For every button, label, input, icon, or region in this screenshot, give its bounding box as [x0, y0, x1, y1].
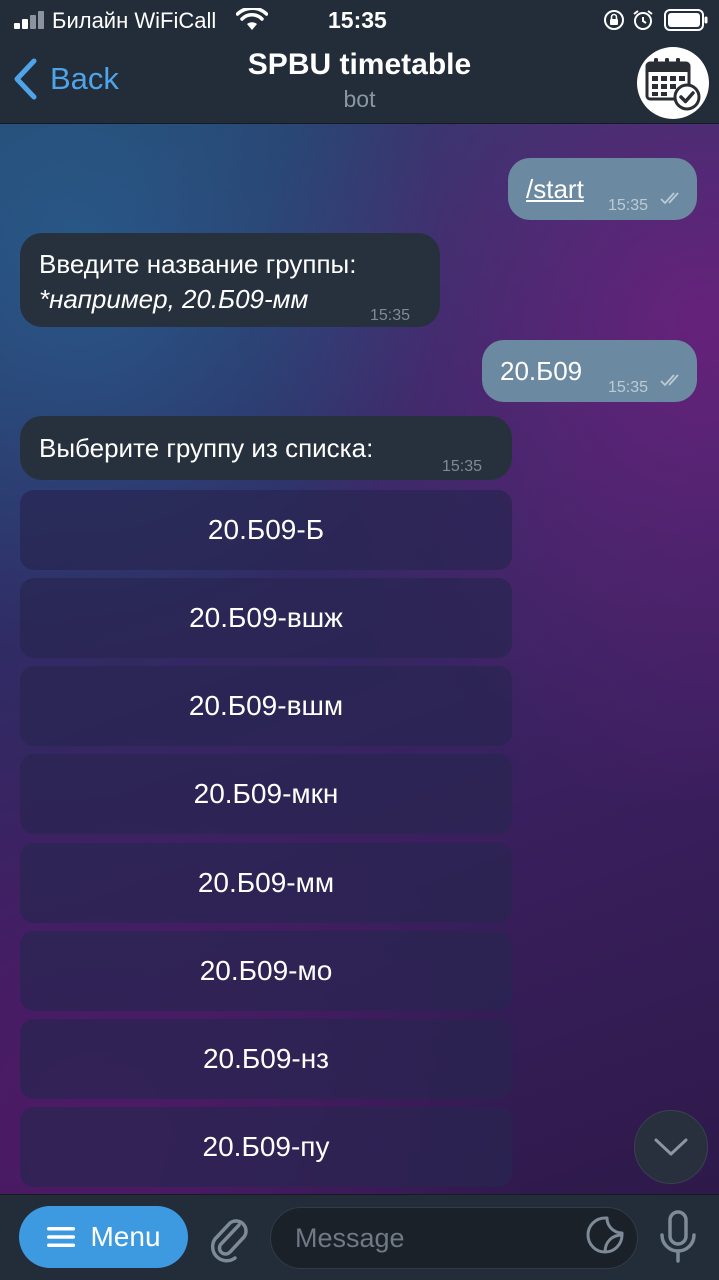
menu-label: Menu: [90, 1221, 161, 1252]
group-button[interactable]: 20.Б09-мм: [20, 843, 512, 923]
menu-button[interactable]: Menu: [19, 1206, 188, 1268]
hamburger-icon: [47, 1227, 76, 1247]
paperclip-icon[interactable]: [206, 1211, 250, 1263]
chevron-down-icon: [654, 1138, 688, 1156]
command-link[interactable]: /start: [526, 171, 584, 207]
chat-subtitle: bot: [343, 86, 376, 112]
status-bar: Билайн WiFiCall 15:35: [0, 0, 719, 40]
group-button[interactable]: 20.Б09-вшм: [20, 666, 512, 746]
message-time: 15:35: [442, 458, 483, 475]
double-check-icon: [660, 192, 679, 205]
message-text: *например, 20.Б09-мм: [39, 284, 309, 314]
rotation-lock-icon: [604, 10, 624, 30]
status-time: 15:35: [328, 7, 387, 33]
group-button[interactable]: 20.Б09-мкн: [20, 754, 512, 834]
message-text: Выберите группу из списка:: [39, 433, 374, 463]
microphone-icon[interactable]: [658, 1209, 698, 1265]
double-check-icon: [660, 374, 679, 387]
message-text: 20.Б09: [500, 356, 583, 386]
group-button[interactable]: 20.Б09-вшж: [20, 578, 512, 658]
group-button[interactable]: 20.Б09-Б: [20, 490, 512, 570]
message-incoming: Выберите группу из списка: 15:35: [20, 416, 512, 480]
carrier-name: Билайн WiFiCall: [52, 8, 217, 33]
group-button[interactable]: 20.Б09-нз: [20, 1019, 512, 1099]
message-time: 15:35: [608, 197, 649, 214]
message-outgoing: 20.Б09 15:35: [482, 340, 697, 402]
group-button[interactable]: 20.Б09-мо: [20, 931, 512, 1011]
message-text: Введите название группы:: [39, 249, 357, 279]
message-outgoing: /start 15:35: [508, 158, 697, 220]
sticker-icon[interactable]: [585, 1215, 625, 1255]
bot-avatar[interactable]: [637, 47, 709, 119]
message-time: 15:35: [370, 307, 411, 324]
message-incoming: Введите название группы: *например, 20.Б…: [20, 233, 440, 327]
battery-icon: [664, 9, 708, 31]
composer-bar: Menu: [0, 1194, 719, 1280]
alarm-icon: [633, 10, 653, 30]
chat-header: Back SPBU timetable bot: [0, 40, 719, 124]
wifi-icon: [236, 8, 268, 30]
group-button[interactable]: 20.Б09-пу: [20, 1107, 512, 1187]
scroll-down-button[interactable]: [634, 1110, 708, 1184]
calendar-check-icon: [645, 58, 701, 111]
chat-title[interactable]: SPBU timetable: [0, 48, 719, 82]
message-time: 15:35: [608, 379, 649, 396]
message-input[interactable]: [270, 1207, 638, 1269]
signal-icon: [14, 11, 46, 29]
